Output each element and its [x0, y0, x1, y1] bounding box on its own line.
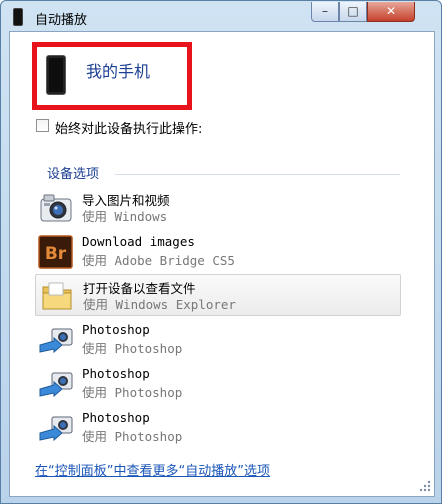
close-button[interactable]: ✕	[367, 2, 415, 22]
section-divider	[115, 174, 400, 175]
option-sublabel: 使用 Photoshop	[82, 341, 183, 356]
phone-icon	[46, 55, 66, 95]
camera-import-icon	[39, 328, 73, 354]
option-sublabel: 使用 Adobe Bridge CS5	[82, 253, 235, 268]
section-title: 设备选项	[47, 167, 100, 182]
title-bar[interactable]: 自动播放 – □ ✕	[1, 1, 441, 31]
option-photoshop-3[interactable]: Photoshop 使用 Photoshop	[35, 407, 401, 449]
option-sublabel: 使用 Windows	[82, 209, 168, 224]
option-label: Photoshop	[82, 366, 150, 381]
dialog-body: 我的手机 始终对此设备执行此操作: 设备选项 导入图片和视频 使用 Window…	[9, 31, 435, 497]
autoplay-window: 自动播放 – □ ✕ 我的手机 始终对此设备执行此操作: 设备选项 导入图片和视…	[0, 0, 442, 504]
folder-icon	[42, 282, 72, 310]
option-label: Photoshop	[82, 322, 150, 337]
phone-icon	[13, 8, 23, 26]
option-sublabel: 使用 Windows Explorer	[83, 297, 236, 312]
option-photoshop-1[interactable]: Photoshop 使用 Photoshop	[35, 319, 401, 361]
camera-icon	[40, 194, 72, 222]
option-label: Photoshop	[82, 410, 150, 425]
window-title: 自动播放	[35, 13, 88, 28]
option-import-pictures[interactable]: 导入图片和视频 使用 Windows	[35, 187, 401, 229]
option-photoshop-2[interactable]: Photoshop 使用 Photoshop	[35, 363, 401, 405]
device-name: 我的手机	[86, 62, 151, 81]
minimize-button[interactable]: –	[311, 2, 339, 22]
option-label: Download images	[82, 234, 195, 249]
adobe-bridge-icon: Br	[38, 235, 73, 269]
option-download-images[interactable]: Br Download images 使用 Adobe Bridge CS5	[35, 231, 401, 273]
always-checkbox[interactable]	[36, 119, 49, 132]
always-checkbox-label: 始终对此设备执行此操作:	[55, 122, 203, 137]
device-header: 我的手机	[32, 42, 192, 110]
option-open-folder[interactable]: 打开设备以查看文件 使用 Windows Explorer	[35, 274, 401, 316]
maximize-button[interactable]: □	[339, 2, 367, 22]
svg-text:Br: Br	[45, 244, 67, 264]
camera-import-icon	[39, 372, 73, 398]
option-sublabel: 使用 Photoshop	[82, 385, 183, 400]
resize-grip-icon[interactable]	[413, 479, 433, 493]
option-sublabel: 使用 Photoshop	[82, 429, 183, 444]
camera-import-icon	[39, 416, 73, 442]
more-autoplay-options-link[interactable]: 在“控制面板”中查看更多“自动播放”选项	[35, 460, 270, 479]
